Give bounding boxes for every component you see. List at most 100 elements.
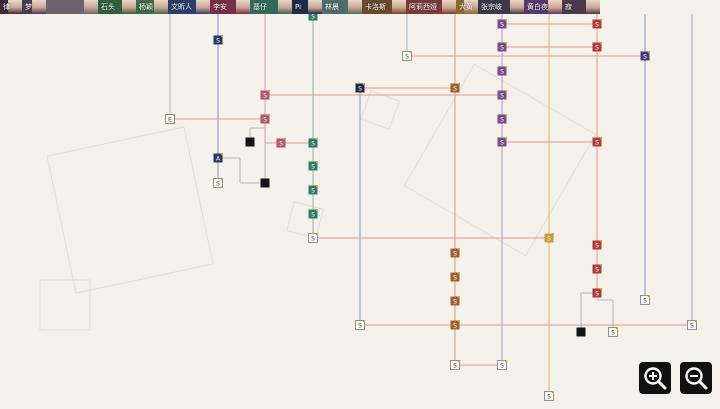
new-marker-icon xyxy=(599,287,603,291)
scene-node[interactable]: S xyxy=(592,136,603,147)
character-tab[interactable]: 基仔 xyxy=(250,0,292,14)
scene-node[interactable]: S xyxy=(592,41,603,52)
new-marker-icon xyxy=(315,232,319,236)
scene-node[interactable]: S xyxy=(308,137,319,148)
scene-node[interactable]: A xyxy=(213,152,224,163)
scene-node[interactable]: S xyxy=(497,89,508,100)
character-tab[interactable]: 大黄 xyxy=(456,0,478,14)
character-tab[interactable]: 李安 xyxy=(210,0,250,14)
new-marker-icon xyxy=(647,50,651,54)
character-tab[interactable]: 寂 xyxy=(562,0,600,14)
character-tab[interactable]: 林晨 xyxy=(322,0,362,14)
character-tab[interactable]: Pi xyxy=(292,0,322,14)
character-tab[interactable]: 文昕人 xyxy=(168,0,210,14)
svg-text:S: S xyxy=(311,235,315,242)
new-marker-icon xyxy=(220,34,224,38)
scene-node[interactable]: S xyxy=(308,160,319,171)
scene-node[interactable]: S xyxy=(260,89,271,100)
svg-text:S: S xyxy=(500,68,504,75)
scene-node[interactable]: S xyxy=(640,294,651,305)
scene-node[interactable]: S xyxy=(497,18,508,29)
svg-text:S: S xyxy=(595,44,599,51)
background-decoration xyxy=(39,63,597,331)
scene-node[interactable]: S xyxy=(497,136,508,147)
scene-node[interactable]: S xyxy=(544,390,555,401)
character-tab[interactable]: 黄白夜 xyxy=(524,0,562,14)
zoom-out-button[interactable] xyxy=(680,362,712,394)
scene-node[interactable]: S xyxy=(308,184,319,195)
locked-node[interactable] xyxy=(245,137,255,147)
scene-node[interactable]: S xyxy=(592,287,603,298)
svg-text:S: S xyxy=(595,290,599,297)
svg-text:S: S xyxy=(311,163,315,170)
scene-node[interactable]: S xyxy=(308,232,319,243)
scene-node[interactable]: S xyxy=(355,82,366,93)
locked-node[interactable] xyxy=(260,178,270,188)
svg-text:S: S xyxy=(500,21,504,28)
character-tab[interactable]: 张宗岐 xyxy=(478,0,524,14)
zoom-in-button[interactable] xyxy=(639,362,671,394)
character-tab[interactable] xyxy=(46,0,98,14)
scene-node[interactable]: S xyxy=(450,247,461,258)
locked-node[interactable] xyxy=(576,327,586,337)
scene-node[interactable]: S xyxy=(497,41,508,52)
scene-node[interactable]: S xyxy=(544,232,555,243)
scene-node[interactable]: S xyxy=(276,137,287,148)
svg-text:S: S xyxy=(690,322,694,329)
scene-node[interactable]: S xyxy=(450,319,461,330)
character-tab[interactable]: 石头 xyxy=(98,0,136,14)
scene-node[interactable]: S xyxy=(402,50,413,61)
character-portrait-icon xyxy=(442,0,456,14)
story-flowchart: S A S E S S S S S S S S S S S S S S S S S S S S S S S S S S S S S S S S S S S S… xyxy=(0,0,720,405)
new-marker-icon xyxy=(504,136,508,140)
character-portrait-icon xyxy=(348,0,362,14)
flow-lines xyxy=(169,14,693,396)
scene-node[interactable]: S xyxy=(687,319,698,330)
character-portrait-icon xyxy=(196,0,210,14)
character-tab[interactable]: 杨颖 xyxy=(136,0,168,14)
scene-node[interactable]: S xyxy=(450,295,461,306)
new-marker-icon xyxy=(504,41,508,45)
scene-node[interactable]: S xyxy=(592,239,603,250)
svg-text:E: E xyxy=(168,116,172,123)
character-name: 阿莉西娅 xyxy=(409,3,437,11)
character-portrait-icon xyxy=(308,0,322,14)
scene-node[interactable]: S xyxy=(450,359,461,370)
scene-node[interactable]: S xyxy=(608,326,619,337)
svg-text:S: S xyxy=(500,362,504,369)
character-tab[interactable]: 梦 xyxy=(22,0,46,14)
character-name: 李安 xyxy=(213,3,227,11)
scene-node[interactable]: S xyxy=(213,177,224,188)
ending-node[interactable]: E xyxy=(165,113,176,124)
scene-node[interactable]: S xyxy=(497,113,508,124)
scene-node[interactable]: S xyxy=(497,359,508,370)
zoom-in-icon xyxy=(644,367,667,390)
scene-node[interactable]: S xyxy=(355,319,366,330)
svg-text:S: S xyxy=(453,362,457,369)
scene-node[interactable]: S xyxy=(450,271,461,282)
svg-text:S: S xyxy=(453,322,457,329)
new-marker-icon xyxy=(457,271,461,275)
scene-node[interactable]: S xyxy=(497,65,508,76)
character-name: 黄白夜 xyxy=(527,3,548,11)
scene-node[interactable]: S xyxy=(592,263,603,274)
svg-text:S: S xyxy=(643,53,647,60)
scene-node[interactable]: S xyxy=(450,82,461,93)
scene-node[interactable]: S xyxy=(640,50,651,61)
scene-node[interactable]: S xyxy=(213,34,224,45)
character-portrait-icon xyxy=(32,0,46,14)
new-marker-icon xyxy=(315,160,319,164)
svg-text:S: S xyxy=(453,274,457,281)
svg-text:S: S xyxy=(263,116,267,123)
new-marker-icon xyxy=(457,247,461,251)
svg-text:S: S xyxy=(453,298,457,305)
character-portrait-icon xyxy=(392,0,406,14)
scene-node[interactable]: S xyxy=(592,18,603,29)
scene-node[interactable]: S xyxy=(308,208,319,219)
character-tab[interactable]: 阿莉西娅 xyxy=(406,0,456,14)
scene-node[interactable]: S xyxy=(260,113,271,124)
character-tab[interactable]: 卡洛斯 xyxy=(362,0,406,14)
new-marker-icon xyxy=(599,136,603,140)
character-tab[interactable]: 律 xyxy=(0,0,22,14)
svg-text:S: S xyxy=(405,53,409,60)
